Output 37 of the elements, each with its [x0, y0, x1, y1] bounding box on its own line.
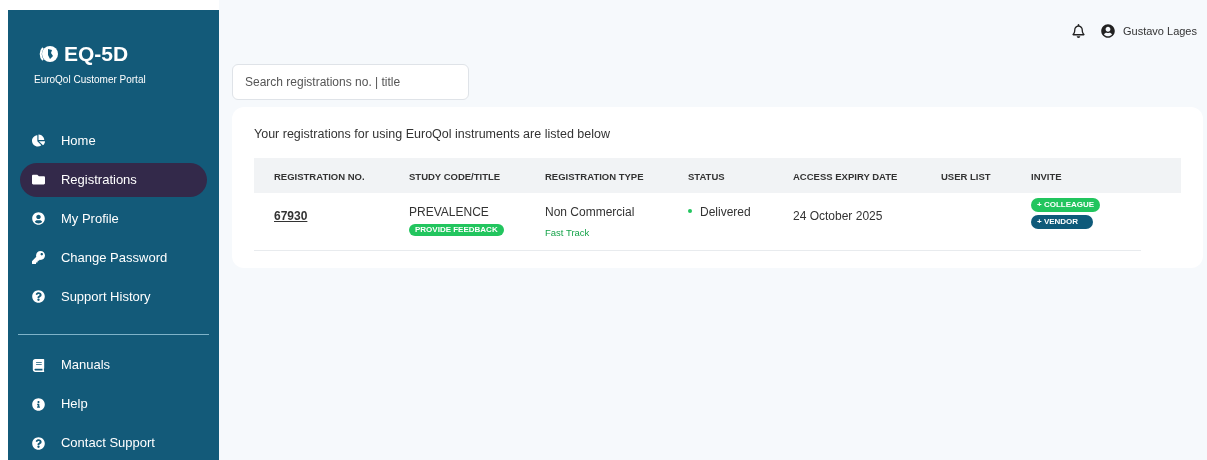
expiry-date: 24 October 2025: [793, 208, 883, 223]
pie-chart-icon: [31, 134, 45, 147]
book-icon: [31, 358, 45, 372]
nav-item[interactable]: Help: [19, 387, 207, 421]
column-header: REGISTRATION TYPE: [545, 171, 644, 183]
column-header: REGISTRATION NO.: [274, 171, 365, 183]
key-icon: [31, 251, 45, 264]
logo-text: EQ-5D: [63, 41, 129, 67]
nav-item[interactable]: Registrations: [19, 162, 207, 197]
track-label: Fast Track: [545, 225, 591, 240]
help-icon: [31, 436, 45, 450]
nav-item[interactable]: Home: [19, 123, 207, 158]
user-avatar-icon: [1101, 24, 1115, 38]
status-text: Delivered: [700, 203, 751, 221]
search-field[interactable]: Search registrations no. | title: [232, 64, 469, 100]
column-header: STUDY CODE/TITLE: [409, 171, 501, 183]
column-header: INVITE: [1031, 171, 1062, 183]
invite-button[interactable]: + VENDOR: [1031, 214, 1093, 229]
nav-item[interactable]: Change Password: [19, 240, 207, 275]
info-icon: [31, 397, 45, 411]
help-icon: [31, 290, 45, 303]
registration-type: Non Commercial: [545, 203, 636, 221]
user-menu[interactable]: Gustavo Lages: [1101, 22, 1197, 40]
portal-subtitle: EuroQol Customer Portal: [32, 72, 147, 87]
folder-icon: [31, 173, 45, 186]
column-header: ACCESS EXPIRY DATE: [793, 171, 898, 183]
nav-item[interactable]: Support History: [19, 279, 207, 314]
study-title: PREVALENCE: [409, 203, 489, 221]
registration-link[interactable]: 67930: [274, 208, 308, 223]
column-header: STATUS: [688, 171, 725, 183]
notification-bell-icon[interactable]: [1072, 24, 1085, 38]
nav-item[interactable]: Contact Support: [19, 426, 207, 460]
user-icon: [31, 212, 45, 225]
nav-item[interactable]: My Profile: [19, 201, 207, 236]
nav-item[interactable]: Manuals: [19, 348, 207, 382]
column-header: USER LIST: [941, 171, 991, 183]
card-title: Your registrations for using EuroQol instruments are listed below: [254, 126, 611, 143]
